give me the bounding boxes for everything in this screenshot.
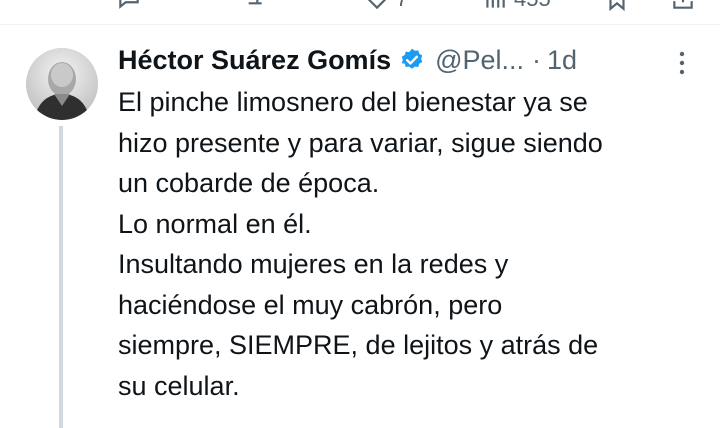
share-icon	[673, 0, 693, 9]
header-separator: ·	[532, 44, 542, 75]
views-icon	[486, 0, 505, 8]
retweet-icon	[248, 0, 262, 5]
tweet-text-line: un cobarde de época.	[118, 168, 380, 198]
tweet-text: El pinche limosnero del bienestar ya se …	[118, 82, 710, 406]
views-button[interactable]: 455	[482, 0, 551, 12]
tweet-text-line: El pinche limosnero del bienestar ya se	[118, 87, 588, 117]
bookmark-icon	[609, 0, 625, 12]
verified-badge-icon[interactable]	[399, 47, 425, 73]
tweet-text-line: su celular.	[118, 370, 240, 401]
retweet-button[interactable]	[240, 0, 266, 12]
author-handle[interactable]: @Pel...	[435, 45, 524, 76]
thread-line	[59, 126, 63, 428]
previous-tweet-action-bar: 7 455	[0, 0, 720, 12]
avatar[interactable]	[26, 48, 98, 120]
bookmark-button[interactable]	[604, 0, 630, 12]
tweet-screen: 7 455 Héc	[0, 0, 720, 428]
tweet-text-line: haciéndose el muy cabrón, pero	[118, 289, 503, 320]
tweet-text-line: siempre, SIEMPRE, de lejitos y atrás de	[118, 330, 599, 360]
share-button[interactable]	[670, 0, 696, 12]
reply-button[interactable]	[116, 0, 142, 12]
tweet-time[interactable]: 1d	[547, 45, 577, 76]
like-count: 7	[396, 0, 408, 12]
tweet-text-line: Lo normal en él.	[118, 208, 312, 239]
reply-icon	[119, 0, 139, 9]
author-name[interactable]: Héctor Suárez Gomís	[118, 45, 391, 76]
more-options-icon[interactable]	[672, 48, 692, 78]
tweet-text-line: Insultando mujeres en la redes y	[118, 249, 509, 279]
heart-icon	[367, 0, 387, 10]
like-button[interactable]: 7	[364, 0, 408, 12]
tweet-header: Héctor Suárez Gomís @Pel... · 1d	[118, 40, 577, 80]
tweet-divider	[0, 24, 720, 25]
tweet-text-line: hizo presente y para variar, sigue siend…	[118, 127, 603, 158]
avatar-photo	[26, 48, 98, 120]
views-count: 455	[514, 0, 551, 12]
